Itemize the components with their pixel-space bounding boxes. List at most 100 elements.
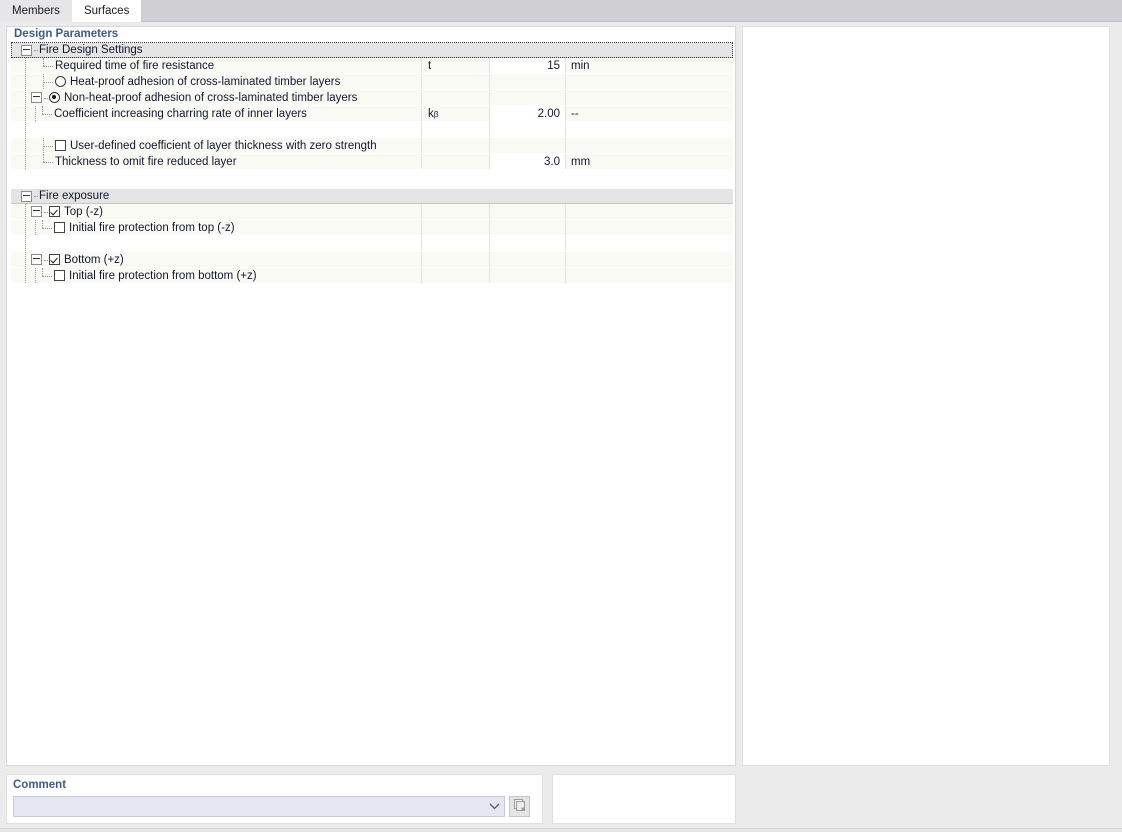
status-bar <box>0 828 1122 832</box>
tab-surfaces[interactable]: Surfaces <box>71 0 142 22</box>
row-value-input[interactable] <box>489 90 565 105</box>
table-row-coefficient-charring-rate[interactable]: Coefficient increasing charring rate of … <box>11 106 733 122</box>
comment-section: Comment <box>6 774 543 824</box>
tree-elbow <box>41 106 54 121</box>
tree-guide <box>21 58 31 73</box>
row-unit <box>565 252 733 267</box>
table-row-required-time-of-fire-resistance[interactable]: Required time of fire resistance t 15 mi… <box>11 58 733 74</box>
comment-combobox[interactable] <box>13 796 505 817</box>
symbol-subscript: β <box>433 108 439 119</box>
table-row-spacer <box>11 122 733 138</box>
table-row-user-defined-coefficient[interactable]: User-defined coefficient of layer thickn… <box>11 138 733 154</box>
tree-guide <box>21 138 31 153</box>
row-label: Required time of fire resistance <box>55 59 215 72</box>
tab-bar: Members Surfaces <box>0 0 1122 22</box>
tab-members-label: Members <box>12 5 60 17</box>
row-unit <box>565 138 733 153</box>
row-unit <box>565 204 733 219</box>
collapse-toggle-fire-exposure[interactable] <box>21 190 32 202</box>
checkbox-top-minus-z[interactable] <box>49 206 60 217</box>
table-row-bottom-plus-z[interactable]: Bottom (+z) <box>11 252 733 268</box>
row-symbol <box>421 204 489 219</box>
comment-label: Comment <box>13 779 67 791</box>
tree-elbow <box>41 268 54 283</box>
row-symbol <box>421 268 489 283</box>
radio-non-heat-proof-adhesion[interactable] <box>49 92 60 103</box>
tree-elbow <box>42 154 55 169</box>
row-value-input[interactable] <box>489 74 565 89</box>
row-value-input[interactable] <box>489 138 565 153</box>
group-label: Fire Design Settings <box>39 44 143 56</box>
row-value-input[interactable]: 3.0 <box>489 154 565 169</box>
application-window: Members Surfaces Design Parameters Fire … <box>0 0 1122 832</box>
tree-elbow <box>42 58 55 73</box>
row-label: Top (-z) <box>64 205 103 218</box>
checkbox-initial-fire-protection-bottom[interactable] <box>54 270 65 281</box>
row-symbol <box>421 154 489 169</box>
group-label: Fire exposure <box>39 190 110 202</box>
row-label: Bottom (+z) <box>64 253 124 266</box>
row-value-input[interactable] <box>489 204 565 219</box>
row-label: Initial fire protection from top (-z) <box>69 221 235 234</box>
row-label: Thickness to omit fire reduced layer <box>55 155 237 168</box>
group-spacer <box>11 179 733 188</box>
collapse-toggle-non-heat-proof-adhesion[interactable] <box>31 92 42 103</box>
table-row-thickness-omit-fire-reduced-layer[interactable]: Thickness to omit fire reduced layer 3.0… <box>11 154 733 170</box>
tab-surfaces-label: Surfaces <box>83 5 130 17</box>
row-label: Non-heat-proof adhesion of cross-laminat… <box>64 91 358 104</box>
row-value-input[interactable] <box>489 220 565 235</box>
table-row-non-heat-proof-adhesion[interactable]: Non-heat-proof adhesion of cross-laminat… <box>11 90 733 106</box>
row-symbol <box>421 252 489 267</box>
table-row-top-minus-z[interactable]: Top (-z) <box>11 204 733 220</box>
chevron-down-icon[interactable] <box>484 797 504 816</box>
design-parameters-panel: Design Parameters Fire Design Settings R… <box>6 26 736 766</box>
row-symbol: kβ <box>421 106 489 121</box>
row-label: User-defined coefficient of layer thickn… <box>70 139 377 152</box>
row-label: Heat-proof adhesion of cross-laminated t… <box>70 75 341 88</box>
preview-panel <box>742 26 1110 766</box>
row-label: Initial fire protection from bottom (+z) <box>69 269 257 282</box>
tree-guide <box>21 154 31 169</box>
checkbox-bottom-plus-z[interactable] <box>49 254 60 265</box>
collapse-toggle-fire-design-settings[interactable] <box>21 44 32 56</box>
group-header-fire-exposure[interactable]: Fire exposure <box>11 188 733 204</box>
checkbox-initial-fire-protection-top[interactable] <box>54 222 65 233</box>
row-value-input[interactable]: 15 <box>489 58 565 73</box>
table-row-initial-fire-protection-bottom[interactable]: Initial fire protection from bottom (+z) <box>11 268 733 284</box>
row-symbol <box>421 138 489 153</box>
copy-comment-button[interactable] <box>509 796 530 817</box>
tree-elbow <box>41 220 54 235</box>
row-value-input[interactable]: 2.00 <box>489 106 565 121</box>
row-unit <box>565 90 733 105</box>
tree-elbow <box>42 74 55 89</box>
row-symbol: t <box>421 58 489 73</box>
tree-guide <box>21 204 31 219</box>
tree-guide <box>21 74 31 89</box>
row-symbol <box>421 74 489 89</box>
row-unit: -- <box>565 106 733 121</box>
table-row-initial-fire-protection-top[interactable]: Initial fire protection from top (-z) <box>11 220 733 236</box>
radio-heat-proof-adhesion[interactable] <box>55 76 66 87</box>
tab-members[interactable]: Members <box>0 0 72 22</box>
tree-guide <box>21 220 31 235</box>
row-unit: min <box>565 58 733 73</box>
collapse-toggle-bottom[interactable] <box>31 254 42 265</box>
row-value-input[interactable] <box>489 268 565 283</box>
copy-pages-icon <box>513 798 527 815</box>
row-unit <box>565 268 733 283</box>
group-spacer <box>11 170 733 179</box>
row-value-input[interactable] <box>489 252 565 267</box>
tree-guide <box>21 106 31 121</box>
collapse-toggle-top[interactable] <box>31 206 42 217</box>
tree-elbow <box>42 138 55 153</box>
group-header-fire-design-settings[interactable]: Fire Design Settings <box>11 42 733 58</box>
table-row-heat-proof-adhesion[interactable]: Heat-proof adhesion of cross-laminated t… <box>11 74 733 90</box>
tree-guide <box>31 106 41 121</box>
tree-guide <box>21 252 31 267</box>
checkbox-user-defined-coefficient[interactable] <box>55 140 66 151</box>
page-title: Design Parameters <box>7 27 735 42</box>
tree-guide <box>21 90 31 105</box>
row-symbol <box>421 220 489 235</box>
